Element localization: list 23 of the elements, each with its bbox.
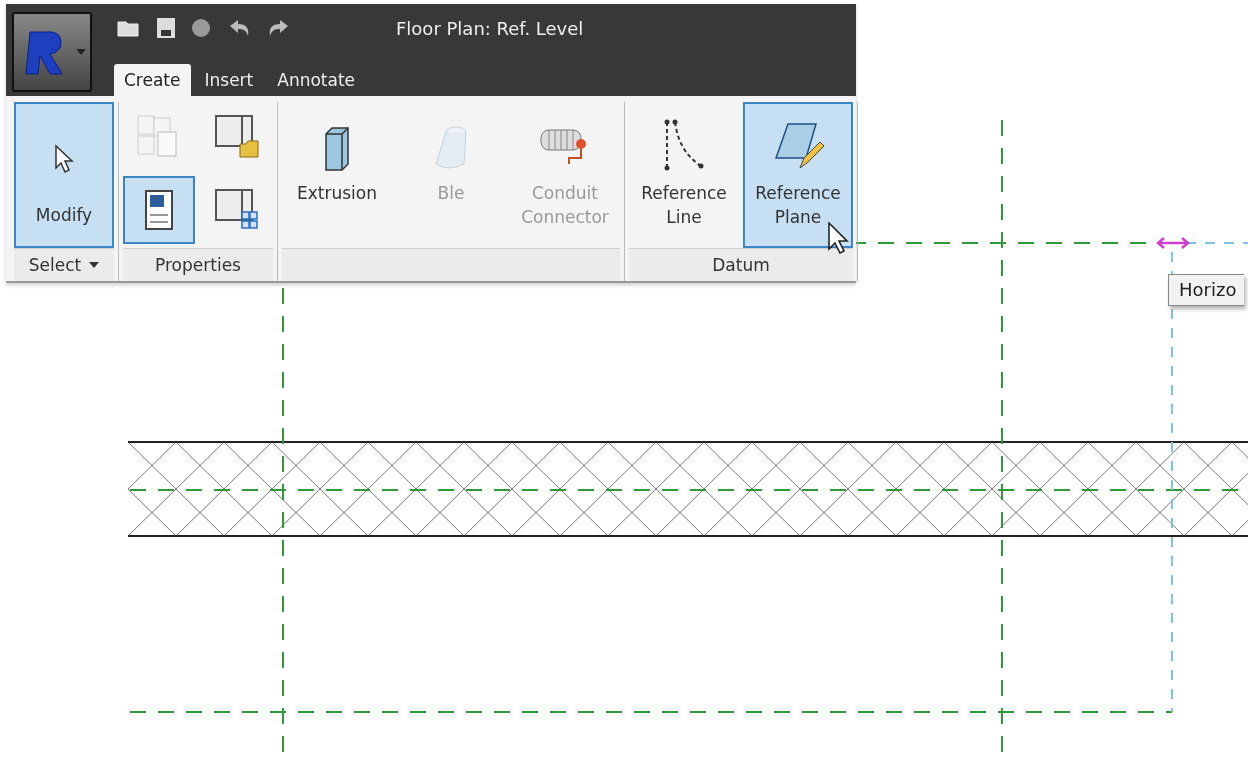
family-grid-icon: [214, 188, 260, 232]
arrow-cursor-icon: [53, 144, 75, 174]
box-icon: [322, 124, 352, 174]
ribbon-tool-button[interactable]: Reference Line: [629, 102, 739, 248]
ribbon-tool-button[interactable]: Extrusion: [282, 102, 392, 248]
ribbon-icon-button[interactable]: [123, 176, 195, 244]
save-icon[interactable]: [156, 17, 176, 39]
family-folder-icon: [214, 114, 260, 158]
open-folder-icon[interactable]: [116, 18, 142, 38]
panel-title[interactable]: Select: [14, 248, 114, 281]
panel-title[interactable]: Datum: [629, 248, 853, 281]
application-menu-button[interactable]: [12, 12, 92, 92]
caret-icon: [76, 49, 86, 55]
properties-icon: [144, 189, 174, 231]
tooltip: Horizo: [1168, 274, 1245, 306]
ribbon-tab[interactable]: Insert: [194, 64, 264, 96]
window-title: Floor Plan: Ref. Level: [396, 17, 584, 39]
ribbon-tab[interactable]: Create: [114, 64, 191, 96]
panel-title[interactable]: Properties: [123, 248, 273, 281]
ribbon-tab[interactable]: Annotate: [267, 64, 366, 96]
mouse-pointer-icon: [828, 222, 849, 254]
ribbon-tool-button[interactable]: Reference Plane: [743, 102, 853, 248]
ribbon-tool-button[interactable]: Modify: [14, 102, 114, 248]
